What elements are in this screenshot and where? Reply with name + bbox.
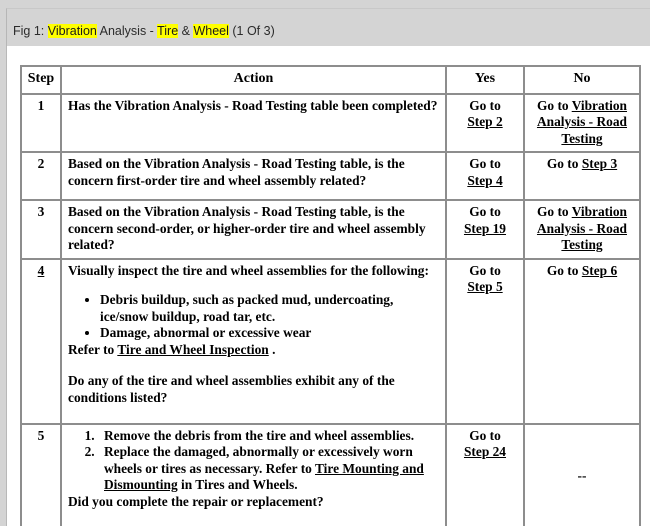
figure-caption-band: Fig 1: Vibration Analysis - Tire & Wheel… (0, 0, 650, 46)
step-number-cell: 2 (21, 152, 61, 200)
column-header-action: Action (61, 66, 446, 94)
action-question: Do any of the tire and wheel assemblies … (68, 373, 395, 405)
figure-caption-pagecount: (1 Of 3) (228, 24, 275, 38)
yes-cell: Go to Step 2 (446, 93, 524, 152)
figure-caption-hl-wheel: Wheel (193, 24, 229, 38)
step-number-cell: 4 (21, 258, 61, 424)
list-item: Replace the damaged, abnormally or exces… (98, 444, 439, 494)
yes-link[interactable]: Step 2 (467, 114, 502, 129)
figure-caption-hl-vibration: Vibration (47, 24, 97, 38)
action-text: Based on the Vibration Analysis - Road T… (68, 156, 405, 188)
yes-link[interactable]: Step 24 (464, 444, 506, 459)
no-cell: Go to Step 3 (524, 152, 640, 200)
column-header-step: Step (21, 66, 61, 94)
list-item: Debris buildup, such as packed mud, unde… (100, 292, 439, 325)
yes-link[interactable]: Step 19 (464, 221, 506, 236)
no-cell: Go to Step 6 (524, 258, 640, 424)
action-refer-suffix: . (268, 341, 276, 357)
action-bullet-list: Debris buildup, such as packed mud, unde… (68, 292, 439, 342)
no-prefix: Go to (546, 262, 582, 278)
figure-caption: Fig 1: Vibration Analysis - Tire & Wheel… (13, 24, 275, 39)
step-number: 3 (37, 204, 45, 219)
table-header-row: Step Action Yes No (21, 66, 640, 94)
column-header-no: No (524, 66, 640, 94)
yes-link[interactable]: Step 5 (467, 279, 502, 294)
action-text: Based on the Vibration Analysis - Road T… (68, 204, 426, 252)
figure-caption-prefix: Fig 1: (13, 24, 48, 38)
action-intro: Visually inspect the tire and wheel asse… (68, 262, 429, 278)
action-ordered-list: Remove the debris from the tire and whee… (68, 428, 439, 494)
list-item-text-after: in Tires and Wheels. (177, 477, 298, 492)
yes-cell: Go to Step 4 (446, 152, 524, 200)
list-item: Damage, abnormal or excessive wear (100, 325, 439, 342)
yes-prefix: Go to (469, 427, 501, 443)
step-number: 5 (37, 427, 45, 443)
step-number: 1 (37, 97, 45, 113)
figure-caption-analysis: Analysis - (96, 24, 158, 38)
yes-prefix: Go to (469, 97, 501, 113)
action-cell: Remove the debris from the tire and whee… (61, 423, 446, 526)
figure-caption-hl-tire: Tire (157, 24, 179, 38)
step-number: 2 (37, 156, 45, 171)
figure-caption-amp: & (178, 24, 194, 38)
step-number-cell: 1 (21, 93, 61, 152)
step-number-cell: 5 (21, 423, 61, 526)
yes-cell: Go to Step 24 (446, 423, 524, 526)
no-prefix: Go to (536, 97, 572, 113)
no-prefix: Go to (546, 156, 582, 171)
yes-cell: Go to Step 5 (446, 258, 524, 424)
table-row: 4 Visually inspect the tire and wheel as… (21, 258, 640, 424)
yes-prefix: Go to (469, 156, 501, 171)
table-row: 2 Based on the Vibration Analysis - Road… (21, 152, 640, 200)
step-number-cell: 3 (21, 200, 61, 259)
no-link[interactable]: Step 3 (582, 156, 617, 171)
action-refer-prefix: Refer to (68, 341, 118, 357)
yes-cell: Go to Step 19 (446, 200, 524, 259)
yes-prefix: Go to (469, 262, 501, 278)
yes-prefix: Go to (469, 204, 501, 219)
list-item-text: Remove the debris from the tire and whee… (104, 427, 415, 443)
no-placeholder: -- (577, 467, 587, 483)
no-prefix: Go to (536, 204, 572, 219)
table-row: 5 Remove the debris from the tire and wh… (21, 423, 640, 526)
action-text: Has the Vibration Analysis - Road Testin… (68, 97, 438, 113)
action-cell: Has the Vibration Analysis - Road Testin… (61, 93, 446, 152)
vibration-analysis-flow-table: Step Action Yes No 1 Has the Vibration A… (20, 65, 641, 526)
action-refer-line: Refer to Tire and Wheel Inspection . (68, 342, 439, 359)
yes-link[interactable]: Step 4 (467, 173, 502, 188)
action-cell: Based on the Vibration Analysis - Road T… (61, 152, 446, 200)
table-row: 3 Based on the Vibration Analysis - Road… (21, 200, 640, 259)
no-link[interactable]: Step 6 (582, 263, 617, 278)
document-pane: Step Action Yes No 1 Has the Vibration A… (7, 46, 650, 526)
list-item: Remove the debris from the tire and whee… (98, 428, 439, 445)
table-row: 1 Has the Vibration Analysis - Road Test… (21, 93, 640, 152)
column-header-yes: Yes (446, 66, 524, 94)
no-cell: Go to Vibration Analysis - Road Testing (524, 200, 640, 259)
no-cell: Go to Vibration Analysis - Road Testing (524, 93, 640, 152)
no-cell: -- (524, 423, 640, 526)
action-question: Did you complete the repair or replaceme… (68, 493, 324, 509)
action-cell: Visually inspect the tire and wheel asse… (61, 258, 446, 424)
step-number: 4 (37, 262, 45, 278)
action-cell: Based on the Vibration Analysis - Road T… (61, 200, 446, 259)
tire-and-wheel-inspection-link[interactable]: Tire and Wheel Inspection (117, 342, 268, 357)
